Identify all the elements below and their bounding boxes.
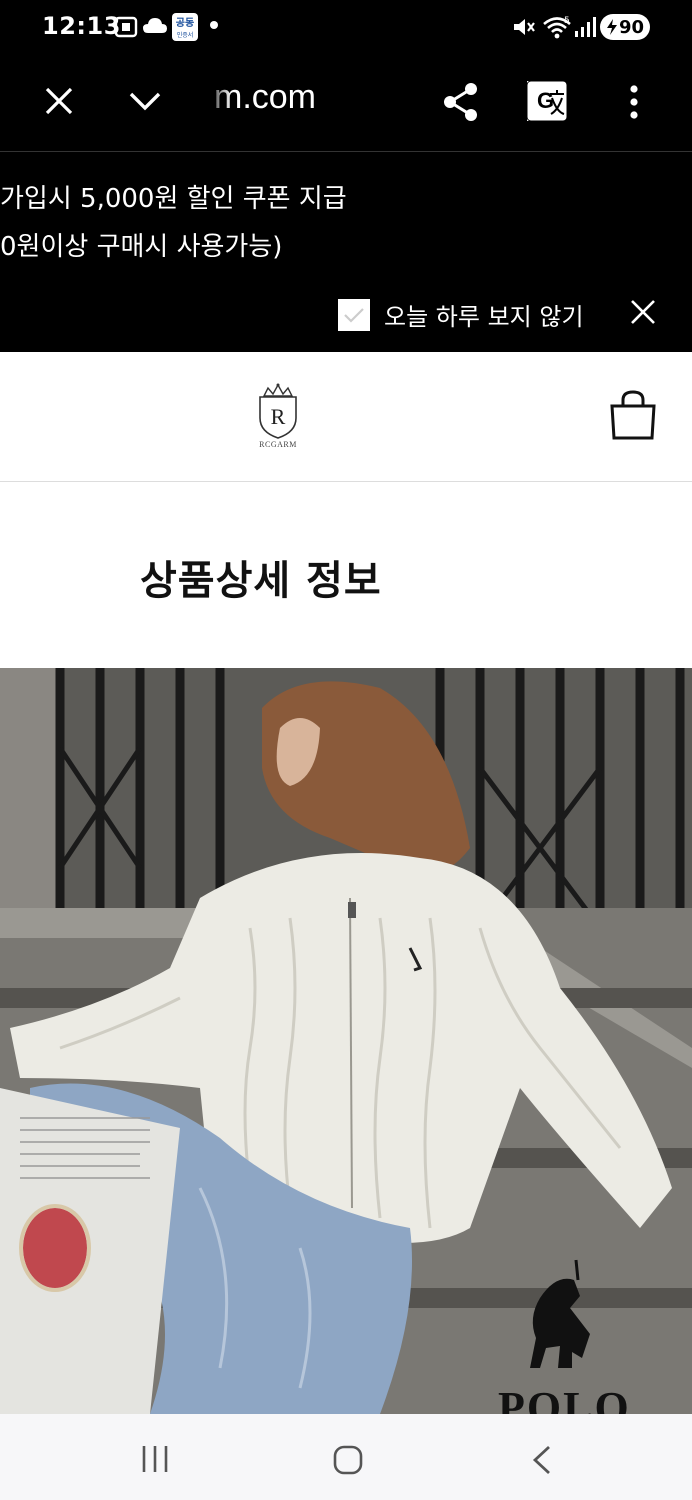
url-fade: [204, 76, 232, 126]
site-header: R RCGARM: [0, 352, 692, 482]
browser-bar: m.com G: [0, 56, 692, 152]
battery-charging-icon: 90: [600, 14, 650, 40]
promo-close-icon[interactable]: [628, 297, 658, 331]
system-nav-bar: [0, 1414, 692, 1500]
logo-initial: R: [271, 404, 286, 429]
cloud-icon: [142, 16, 168, 40]
share-icon[interactable]: [442, 82, 480, 126]
certificate-badge-icon: 공동 인증서: [172, 13, 198, 45]
battery-level: 90: [618, 16, 645, 38]
translate-icon[interactable]: G: [526, 80, 568, 126]
chevron-down-icon[interactable]: [128, 90, 162, 116]
wifi-icon: 5: [542, 14, 572, 44]
product-photo[interactable]: [0, 668, 692, 1414]
shopping-bag-icon[interactable]: [608, 390, 658, 444]
status-bar: 12:13 공동 인증서 5 90: [0, 0, 692, 56]
screenshot-icon: [114, 16, 138, 42]
dot-icon: [210, 21, 218, 29]
promo-banner: 가입시 5,000원 할인 쿠폰 지급 0원이상 구매시 사용가능) 오늘 하루…: [0, 152, 692, 352]
status-time: 12:13: [42, 12, 121, 40]
close-icon[interactable]: [44, 86, 74, 120]
promo-line-1: 가입시 5,000원 할인 쿠폰 지급: [0, 184, 347, 214]
promo-line-2: 0원이상 구매시 사용가능): [0, 232, 283, 262]
mute-icon: [512, 16, 536, 42]
logo-text: RCGARM: [259, 440, 297, 449]
hide-today-label[interactable]: 오늘 하루 보지 않기: [384, 297, 584, 332]
more-vertical-icon[interactable]: [628, 84, 640, 124]
back-icon[interactable]: [530, 1444, 554, 1480]
signal-icon: [574, 16, 596, 42]
hide-today-toggle[interactable]: 오늘 하루 보지 않기: [338, 297, 584, 332]
badge-text-top: 공동: [176, 17, 194, 29]
section-title: 상품상세 정보: [140, 558, 382, 604]
hide-today-checkbox[interactable]: [338, 298, 370, 331]
recent-apps-icon[interactable]: [140, 1444, 170, 1478]
home-icon[interactable]: [332, 1444, 364, 1480]
svg-text:5: 5: [564, 16, 570, 26]
svg-text:G: G: [537, 88, 554, 113]
badge-text-bottom: 인증서: [177, 31, 194, 39]
